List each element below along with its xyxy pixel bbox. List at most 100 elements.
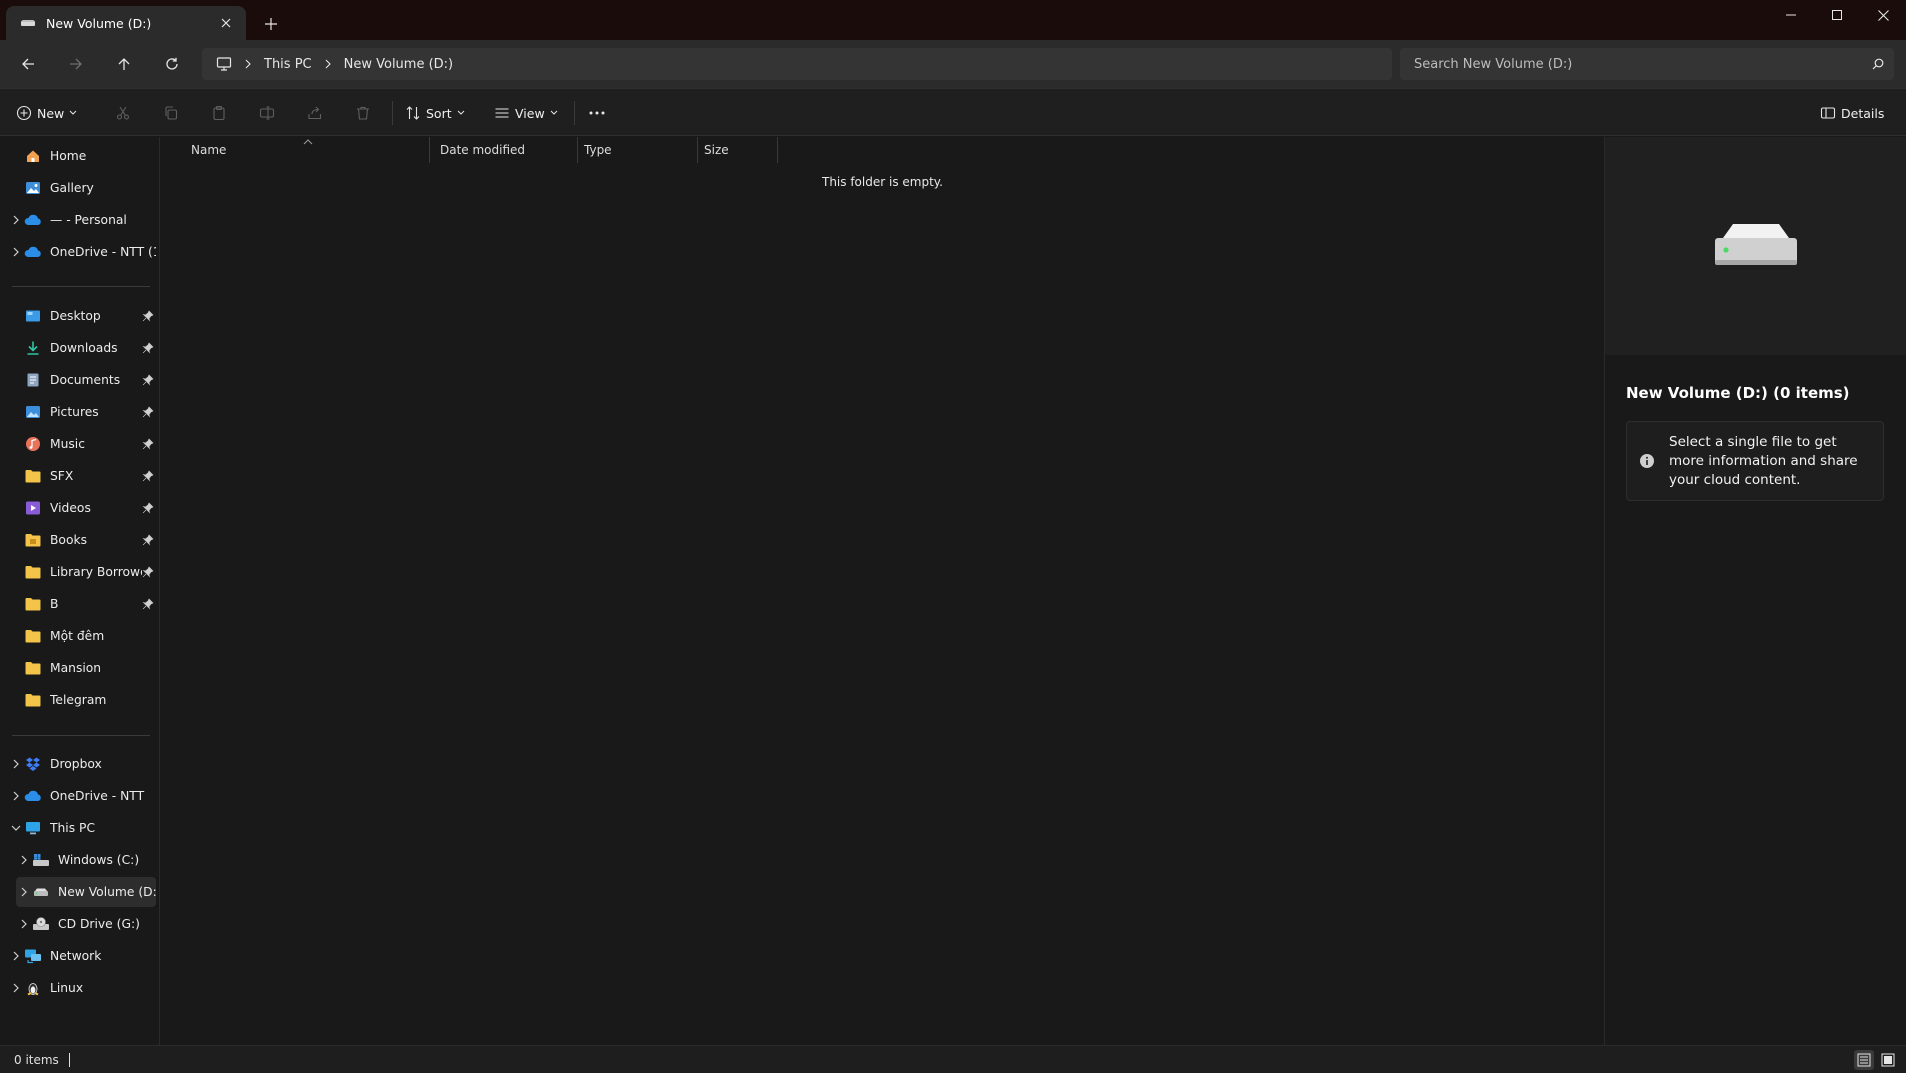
column-header-label: Date modified (440, 143, 526, 157)
new-tab-button[interactable] (258, 12, 284, 36)
more-options-button[interactable] (588, 97, 606, 129)
chevron-right-icon[interactable] (8, 788, 24, 804)
sidebar-item-windows-c[interactable]: Windows (C:) (16, 845, 156, 875)
close-tab-icon[interactable] (216, 13, 236, 33)
pin-icon[interactable] (142, 566, 154, 578)
sidebar-item-label: B (50, 597, 59, 611)
music-icon (24, 435, 42, 453)
paste-button[interactable] (211, 97, 227, 129)
sidebar-item-home[interactable]: Home (8, 141, 156, 171)
copy-button[interactable] (163, 97, 179, 129)
column-header-size[interactable]: Size (698, 137, 778, 163)
gallery-icon (24, 179, 42, 197)
breadcrumb-this-pc[interactable]: This PC (264, 57, 312, 72)
sidebar-item-desktop[interactable]: Desktop (8, 301, 156, 331)
column-header-date-modified[interactable]: Date modified (434, 137, 578, 163)
pin-icon[interactable] (142, 470, 154, 482)
drive-icon (20, 15, 36, 31)
maximize-button[interactable] (1814, 0, 1860, 30)
sidebar-item-new-volume-d[interactable]: New Volume (D:) (16, 877, 156, 907)
chevron-right-icon[interactable] (8, 948, 24, 964)
large-icons-view-toggle[interactable] (1878, 1050, 1898, 1070)
sidebar-item-onedrive-ntt[interactable]: OneDrive - NTT (8, 781, 156, 811)
chevron-right-icon[interactable] (8, 212, 24, 228)
sidebar-item-dropbox[interactable]: Dropbox (8, 749, 156, 779)
chevron-right-icon[interactable] (8, 756, 24, 772)
chevron-down-icon[interactable] (8, 820, 24, 836)
file-list[interactable]: Name Date modified Type Size This folder… (161, 137, 1604, 1045)
document-icon (24, 371, 42, 389)
view-button[interactable]: View (494, 97, 558, 129)
pin-icon[interactable] (142, 438, 154, 450)
status-separator (68, 1052, 70, 1067)
pin-icon[interactable] (142, 598, 154, 610)
sidebar-item-sfx[interactable]: SFX (8, 461, 156, 491)
delete-button[interactable] (355, 97, 371, 129)
new-label: New (37, 105, 65, 121)
chevron-right-icon[interactable] (16, 884, 32, 900)
sidebar-item-label: Videos (50, 501, 91, 515)
column-header-type[interactable]: Type (578, 137, 698, 163)
rename-button[interactable] (259, 97, 275, 129)
pin-icon[interactable] (142, 342, 154, 354)
sidebar-item-mansion[interactable]: Mansion (8, 653, 156, 683)
refresh-button[interactable] (154, 50, 190, 78)
sidebar-item-this-pc[interactable]: This PC (8, 813, 156, 843)
video-icon (24, 499, 42, 517)
sidebar-item-videos[interactable]: Videos (8, 493, 156, 523)
sidebar-divider (12, 286, 150, 287)
pin-icon[interactable] (142, 374, 154, 386)
sidebar-divider (12, 735, 150, 736)
sidebar-item-gallery[interactable]: Gallery (8, 173, 156, 203)
sidebar-item-telegram[interactable]: Telegram (8, 685, 156, 715)
search-box[interactable] (1400, 48, 1894, 80)
sidebar-item-documents[interactable]: Documents (8, 365, 156, 395)
command-separator (392, 101, 393, 125)
chevron-right-icon[interactable] (244, 59, 252, 69)
sidebar-item-cd-drive-g[interactable]: CD Drive (G:) (16, 909, 156, 939)
chevron-right-icon[interactable] (16, 916, 32, 932)
pin-icon[interactable] (142, 310, 154, 322)
sidebar-item-pictures[interactable]: Pictures (8, 397, 156, 427)
cut-button[interactable] (115, 97, 131, 129)
sidebar-item-mot-dem[interactable]: Một đêm (8, 621, 156, 651)
chevron-right-icon[interactable] (16, 852, 32, 868)
back-button[interactable] (10, 50, 46, 78)
sidebar-item-linux[interactable]: Linux (8, 973, 156, 1003)
chevron-right-icon[interactable] (8, 980, 24, 996)
sidebar-item-b[interactable]: B (8, 589, 156, 619)
sidebar-item-music[interactable]: Music (8, 429, 156, 459)
forward-button[interactable] (58, 50, 94, 78)
sidebar-item-books[interactable]: Books (8, 525, 156, 555)
up-button[interactable] (106, 50, 142, 78)
sidebar-item-label: Desktop (50, 309, 101, 323)
breadcrumb-new-volume[interactable]: New Volume (D:) (344, 57, 454, 72)
system-drive-icon (32, 851, 50, 869)
new-button[interactable]: New (16, 97, 77, 129)
close-window-button[interactable] (1860, 0, 1906, 30)
tab-new-volume[interactable]: New Volume (D:) (6, 6, 246, 40)
sidebar-item-library-borrowed[interactable]: Library Borrowed (8, 557, 156, 587)
sort-button[interactable]: Sort (405, 97, 465, 129)
sidebar-item-onedrive-personal[interactable]: — - Personal (8, 205, 156, 235)
minimize-button[interactable] (1768, 0, 1814, 30)
chevron-right-icon[interactable] (324, 59, 332, 69)
details-pane: New Volume (D:) (0 items) Select a singl… (1604, 137, 1906, 1045)
share-button[interactable] (307, 97, 323, 129)
sidebar-item-network[interactable]: Network (8, 941, 156, 971)
sidebar-item-downloads[interactable]: Downloads (8, 333, 156, 363)
pin-icon[interactable] (142, 502, 154, 514)
chevron-right-icon[interactable] (8, 244, 24, 260)
details-toggle-button[interactable]: Details (1820, 97, 1889, 129)
folder-icon (24, 531, 42, 549)
cloud-icon (24, 211, 42, 229)
search-input[interactable] (1414, 56, 1872, 72)
pin-icon[interactable] (142, 534, 154, 546)
search-icon[interactable] (1872, 58, 1884, 70)
sidebar-item-label: Dropbox (50, 757, 102, 771)
address-bar[interactable]: This PC New Volume (D:) (202, 48, 1392, 80)
folder-icon (24, 691, 42, 709)
pin-icon[interactable] (142, 406, 154, 418)
details-view-toggle[interactable] (1854, 1050, 1874, 1070)
sidebar-item-onedrive-ntt-1[interactable]: OneDrive - NTT (1) (8, 237, 156, 267)
